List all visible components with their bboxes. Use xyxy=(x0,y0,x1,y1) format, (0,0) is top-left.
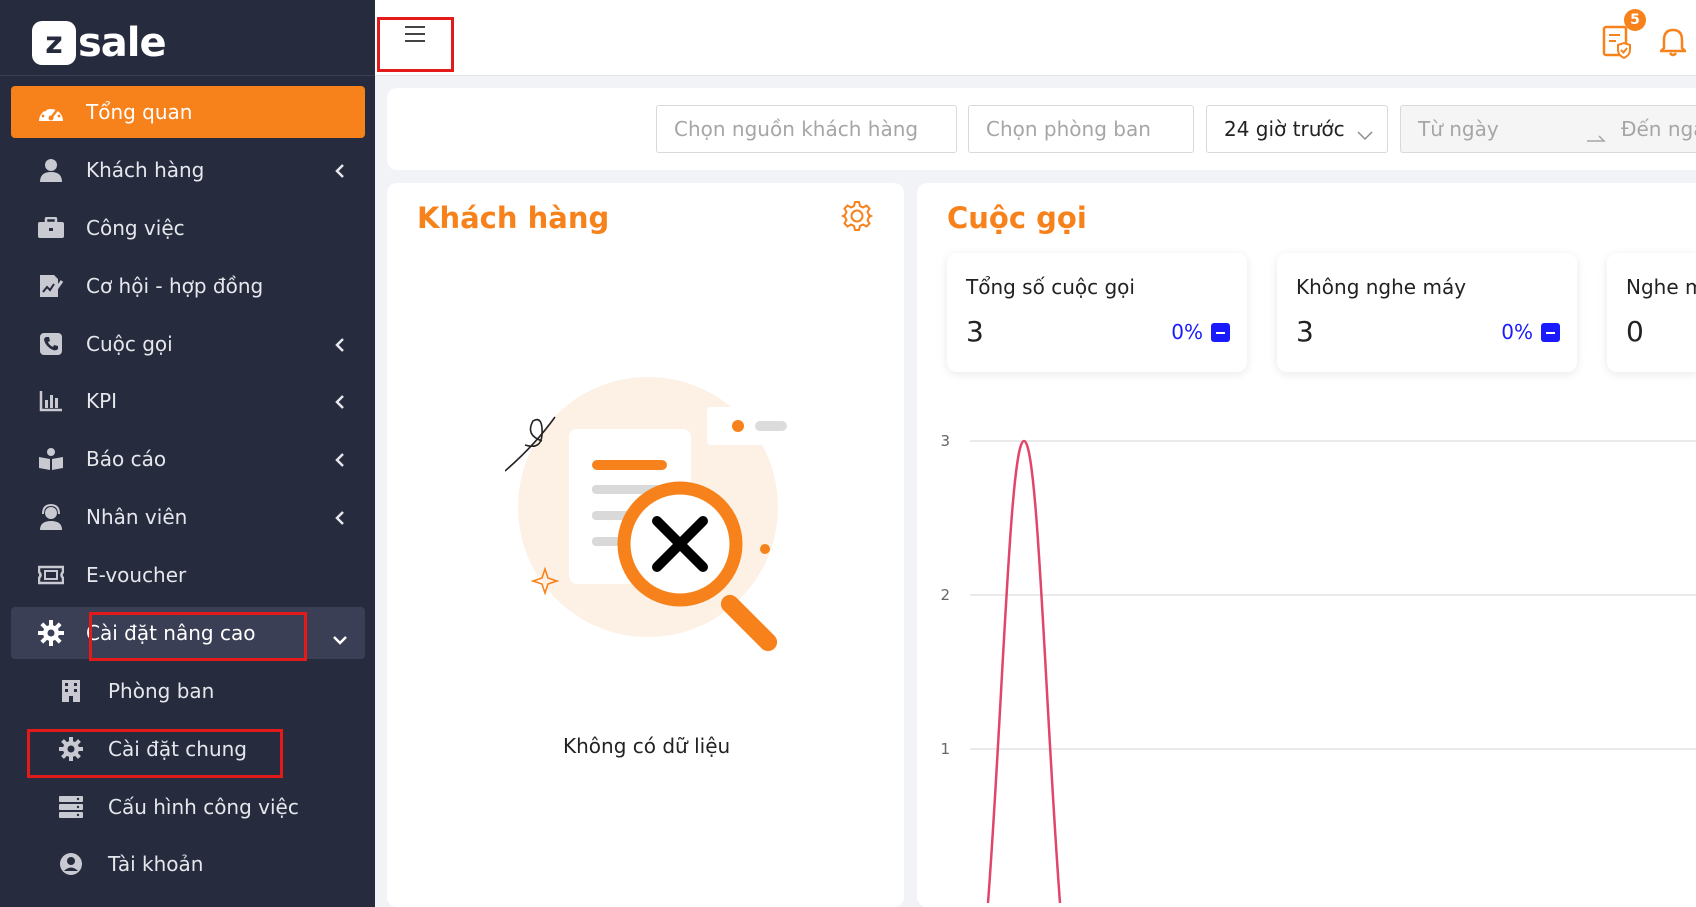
logo-divider xyxy=(0,75,375,76)
building-icon xyxy=(57,677,85,705)
y-tick-label: 1 xyxy=(940,740,950,758)
to-date-placeholder: Đến ngày xyxy=(1621,117,1696,141)
sidebar-subitem-general-settings[interactable]: Cài đặt chung xyxy=(11,723,365,775)
topbar: 5 xyxy=(375,0,1696,76)
stat-value: 3 xyxy=(966,315,984,348)
sidebar-subitem-label: Phòng ban xyxy=(108,679,215,703)
time-range-select[interactable]: 24 giờ trước xyxy=(1206,105,1388,153)
user-icon xyxy=(37,156,65,184)
sidebar-subitem-account[interactable]: Tài khoản xyxy=(11,838,365,890)
minus-square-icon xyxy=(1541,323,1560,342)
sidebar-item-label: Khách hàng xyxy=(86,158,205,182)
chevron-left-icon xyxy=(335,160,345,184)
sidebar-item-overview[interactable]: Tổng quan xyxy=(11,86,365,138)
customer-source-select[interactable]: Chọn nguồn khách hàng xyxy=(656,105,957,153)
gear-icon xyxy=(57,735,85,763)
y-tick-label: 2 xyxy=(940,586,950,604)
account-circle-icon xyxy=(57,850,85,878)
stat-card-missed-calls: Không nghe máy 3 0% xyxy=(1277,253,1577,372)
sidebar-subitem-task-config[interactable]: Cấu hình công việc xyxy=(11,781,365,833)
sidebar-item-advanced-settings[interactable]: Cài đặt nâng cao xyxy=(11,607,365,659)
briefcase-icon xyxy=(37,214,65,242)
sidebar-item-staff[interactable]: Nhân viên xyxy=(11,491,365,543)
empty-state-text: Không có dữ liệu xyxy=(563,734,731,758)
book-icon xyxy=(37,445,65,473)
sidebar-item-tasks[interactable]: Công việc xyxy=(11,202,365,254)
from-date-placeholder: Từ ngày xyxy=(1418,117,1499,141)
cog-icon xyxy=(37,619,65,647)
stat-value: 3 xyxy=(1296,315,1314,348)
chevron-left-icon xyxy=(335,334,345,358)
sidebar: z sale Tổng quan Khách hàng Công việc Cơ… xyxy=(0,0,375,907)
chevron-left-icon xyxy=(335,391,345,415)
logo-mark: z xyxy=(32,21,76,65)
series-line xyxy=(986,439,1062,904)
arrow-right-icon xyxy=(1586,124,1606,148)
sidebar-item-label: KPI xyxy=(86,389,118,413)
phone-icon xyxy=(37,330,65,358)
customer-card-title: Khách hàng xyxy=(417,201,610,235)
zsale-logo[interactable]: z sale xyxy=(32,20,167,66)
stat-label: Nghe máy xyxy=(1626,275,1696,299)
stat-label: Tổng số cuộc gọi xyxy=(966,275,1135,299)
bar-chart-icon xyxy=(37,387,65,415)
sidebar-item-label: Công việc xyxy=(86,216,185,240)
minus-square-icon xyxy=(1211,323,1230,342)
time-range-value: 24 giờ trước xyxy=(1224,117,1345,141)
contract-icon xyxy=(37,272,65,300)
settings-gear-icon[interactable] xyxy=(840,200,874,236)
sidebar-subitem-departments[interactable]: Phòng ban xyxy=(11,665,365,717)
headset-user-icon xyxy=(37,503,65,531)
hamburger-menu-icon[interactable] xyxy=(405,26,425,42)
task-shield-icon[interactable] xyxy=(1602,25,1632,63)
sidebar-item-label: Cơ hội - hợp đồng xyxy=(86,274,264,298)
stat-value: 0 xyxy=(1626,315,1644,348)
chevron-down-icon xyxy=(1357,122,1373,146)
notification-count-badge: 5 xyxy=(1624,9,1646,31)
y-tick-label: 3 xyxy=(940,432,950,450)
sidebar-item-label: Cuộc gọi xyxy=(86,332,173,356)
stat-card-total-calls: Tổng số cuộc gọi 3 0% xyxy=(947,253,1247,372)
stat-percent: 0% xyxy=(1501,320,1533,344)
stat-card-answered-calls: Nghe máy 0 xyxy=(1607,253,1696,372)
sidebar-item-evoucher[interactable]: E-voucher xyxy=(11,549,365,601)
customer-card: Khách hàng Không có dữ liệu xyxy=(387,183,904,907)
sidebar-item-label: Tổng quan xyxy=(86,100,193,124)
sidebar-item-kpi[interactable]: KPI xyxy=(11,375,365,427)
customer-source-placeholder: Chọn nguồn khách hàng xyxy=(674,117,919,141)
chevron-left-icon xyxy=(335,507,345,531)
dashboard-icon xyxy=(37,98,65,126)
sidebar-item-label: Cài đặt nâng cao xyxy=(86,621,256,645)
department-placeholder: Chọn phòng ban xyxy=(986,117,1151,141)
calls-card-title: Cuộc gọi xyxy=(947,201,1087,235)
sidebar-item-opportunities[interactable]: Cơ hội - hợp đồng xyxy=(11,260,365,312)
sidebar-item-calls[interactable]: Cuộc gọi xyxy=(11,318,365,370)
sidebar-item-label: Báo cáo xyxy=(86,447,167,471)
stat-percent: 0% xyxy=(1171,320,1203,344)
date-range-picker[interactable]: Từ ngày Đến ngày xyxy=(1400,105,1696,153)
bell-icon[interactable] xyxy=(1657,27,1689,61)
logo-text: sale xyxy=(78,20,167,66)
sidebar-item-customers[interactable]: Khách hàng xyxy=(11,144,365,196)
sidebar-subitem-label: Cấu hình công việc xyxy=(108,795,299,819)
sidebar-subitem-label: Tài khoản xyxy=(108,852,204,876)
sidebar-subitem-label: Cài đặt chung xyxy=(108,737,248,761)
sidebar-item-label: Nhân viên xyxy=(86,505,188,529)
ticket-icon xyxy=(37,561,65,589)
stat-label: Không nghe máy xyxy=(1296,275,1467,299)
chevron-left-icon xyxy=(335,449,345,473)
filter-bar: Chọn nguồn khách hàng Chọn phòng ban 24 … xyxy=(387,88,1696,170)
calls-line-chart: 3 2 1 xyxy=(940,432,1696,904)
server-icon xyxy=(57,793,85,821)
sidebar-item-reports[interactable]: Báo cáo xyxy=(11,433,365,485)
sidebar-item-label: E-voucher xyxy=(86,563,187,587)
chevron-down-icon xyxy=(332,626,348,650)
no-data-illustration xyxy=(504,375,805,679)
department-select[interactable]: Chọn phòng ban xyxy=(968,105,1194,153)
